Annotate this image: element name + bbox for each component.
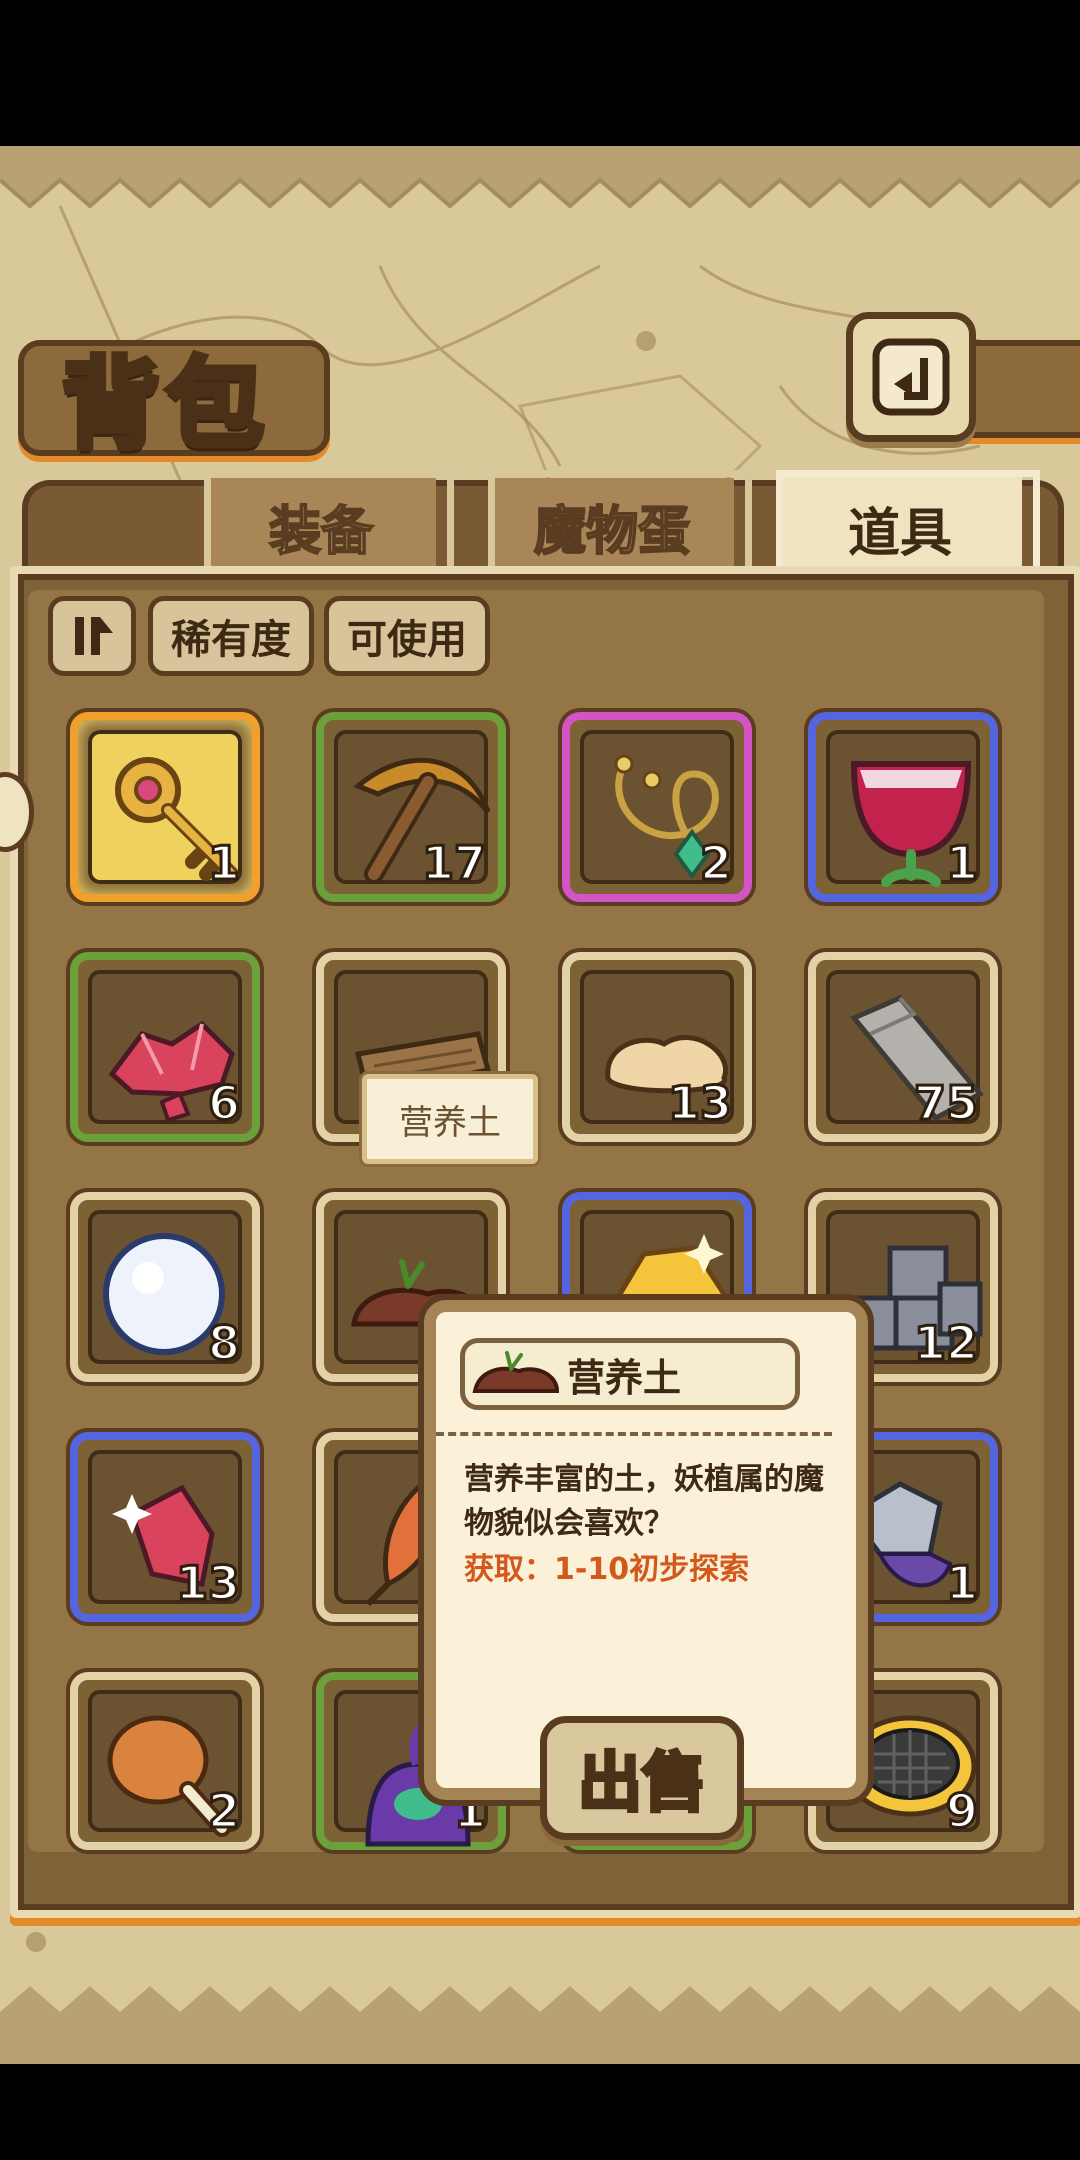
back-button[interactable]	[846, 312, 976, 442]
item-quantity: 9	[944, 1783, 979, 1840]
item-slot-goblet[interactable]: 1	[808, 712, 998, 902]
item-source: 获取：1-10初步探索	[464, 1552, 750, 1587]
tab-monster-eggs-frame	[488, 470, 752, 581]
sort-icon	[75, 617, 113, 655]
item-slot-red-gem[interactable]: 13	[70, 1432, 260, 1622]
item-slot-pickaxe[interactable]: 17	[316, 712, 506, 902]
tab-equipment-frame	[204, 470, 454, 581]
item-slot-dough[interactable]: 13	[562, 952, 752, 1142]
item-slot-drumstick[interactable]: 2	[70, 1672, 260, 1850]
item-quantity: 1	[944, 1555, 979, 1612]
usable-filter-button[interactable]: 可使用	[324, 596, 490, 676]
item-slot-key[interactable]: 1	[70, 712, 260, 902]
item-quantity: 2	[206, 1783, 241, 1840]
item-slot-stone-slab[interactable]: 75	[808, 952, 998, 1142]
nutrient-soil-icon	[472, 1351, 560, 1393]
item-slot-red-crystals[interactable]: 6	[70, 952, 260, 1142]
item-quantity: 1	[944, 835, 979, 892]
back-rail	[958, 340, 1080, 438]
item-name-tooltip: 营养土	[362, 1074, 538, 1164]
popup-title-bar: 营养土	[460, 1338, 800, 1410]
item-quantity: 13	[666, 1075, 733, 1132]
item-quantity: 1	[206, 835, 241, 892]
item-quantity: 17	[420, 835, 487, 892]
item-description: 营养丰富的土，妖植属的魔物貌似会喜欢？	[464, 1462, 824, 1541]
bottom-bar	[0, 2064, 1080, 2160]
sort-toggle-button[interactable]	[48, 596, 136, 676]
divider	[436, 1432, 832, 1436]
popup-title: 营养土	[567, 1355, 682, 1400]
item-quantity: 13	[174, 1555, 241, 1612]
top-status-bar	[0, 0, 1080, 146]
back-arrow-icon	[872, 338, 950, 416]
page-title: 背包	[59, 345, 271, 465]
sell-button[interactable]: 出售	[540, 1716, 744, 1840]
item-quantity: 75	[912, 1075, 979, 1132]
item-quantity: 12	[912, 1315, 979, 1372]
item-slot-necklace[interactable]: 2	[562, 712, 752, 902]
item-quantity: 2	[698, 835, 733, 892]
item-slot-snowball[interactable]: 8	[70, 1192, 260, 1382]
tab-items-frame	[776, 470, 1040, 581]
item-quantity: 8	[206, 1315, 241, 1372]
item-quantity: 6	[206, 1075, 241, 1132]
rarity-filter-button[interactable]: 稀有度	[148, 596, 314, 676]
